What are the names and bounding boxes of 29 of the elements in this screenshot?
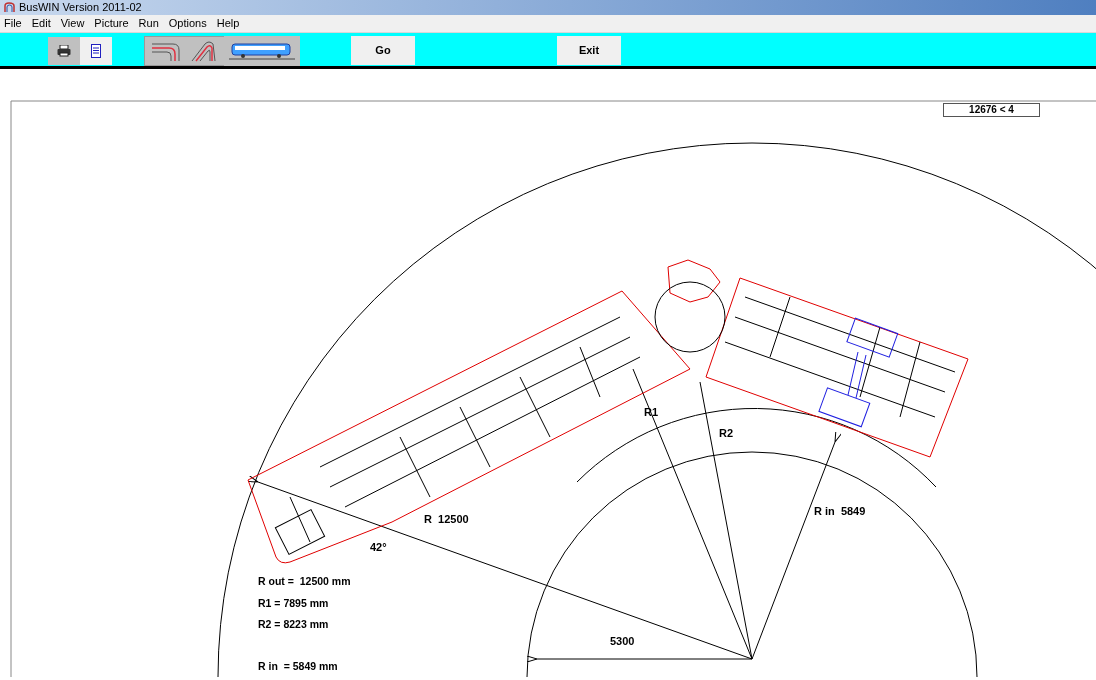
menu-item[interactable]: Options <box>163 15 212 32</box>
exit-button[interactable]: Exit <box>557 36 621 65</box>
menu-item[interactable]: Help <box>211 15 245 32</box>
menu-item[interactable]: View <box>55 15 90 32</box>
go-button[interactable]: Go <box>351 36 415 65</box>
window-title: BusWIN Version 2011-02 <box>19 2 142 13</box>
readout-box: 12676 < 4 <box>943 103 1040 117</box>
outer-radius-label: R 12500 <box>424 513 469 525</box>
bus-button[interactable] <box>224 36 300 66</box>
inner-width-label: 5300 <box>610 635 635 647</box>
menu-item[interactable]: Run <box>133 15 164 32</box>
result-text: R in = 5849 mm <box>258 660 338 672</box>
result-text: R out = 12500 mm <box>258 575 351 587</box>
app-icon <box>4 2 15 13</box>
menu-item[interactable]: Picture <box>89 15 134 32</box>
bus-icon <box>229 41 295 61</box>
result-text: R1 = 7895 mm <box>258 597 329 609</box>
menu-item[interactable]: Edit <box>26 15 56 32</box>
print-button[interactable] <box>48 37 80 65</box>
menu-item[interactable]: File <box>0 15 27 32</box>
inner-radius-label: R in 5849 <box>814 505 866 517</box>
printer-icon <box>57 45 71 57</box>
road-turn-icon <box>151 41 181 61</box>
document-icon <box>91 44 101 58</box>
r1-label: R1 <box>644 406 659 418</box>
angle-label: 42° <box>370 541 387 553</box>
document-button[interactable] <box>80 37 112 65</box>
r2-label: R2 <box>719 427 734 439</box>
result-text: R2 = 8223 mm <box>258 618 329 630</box>
